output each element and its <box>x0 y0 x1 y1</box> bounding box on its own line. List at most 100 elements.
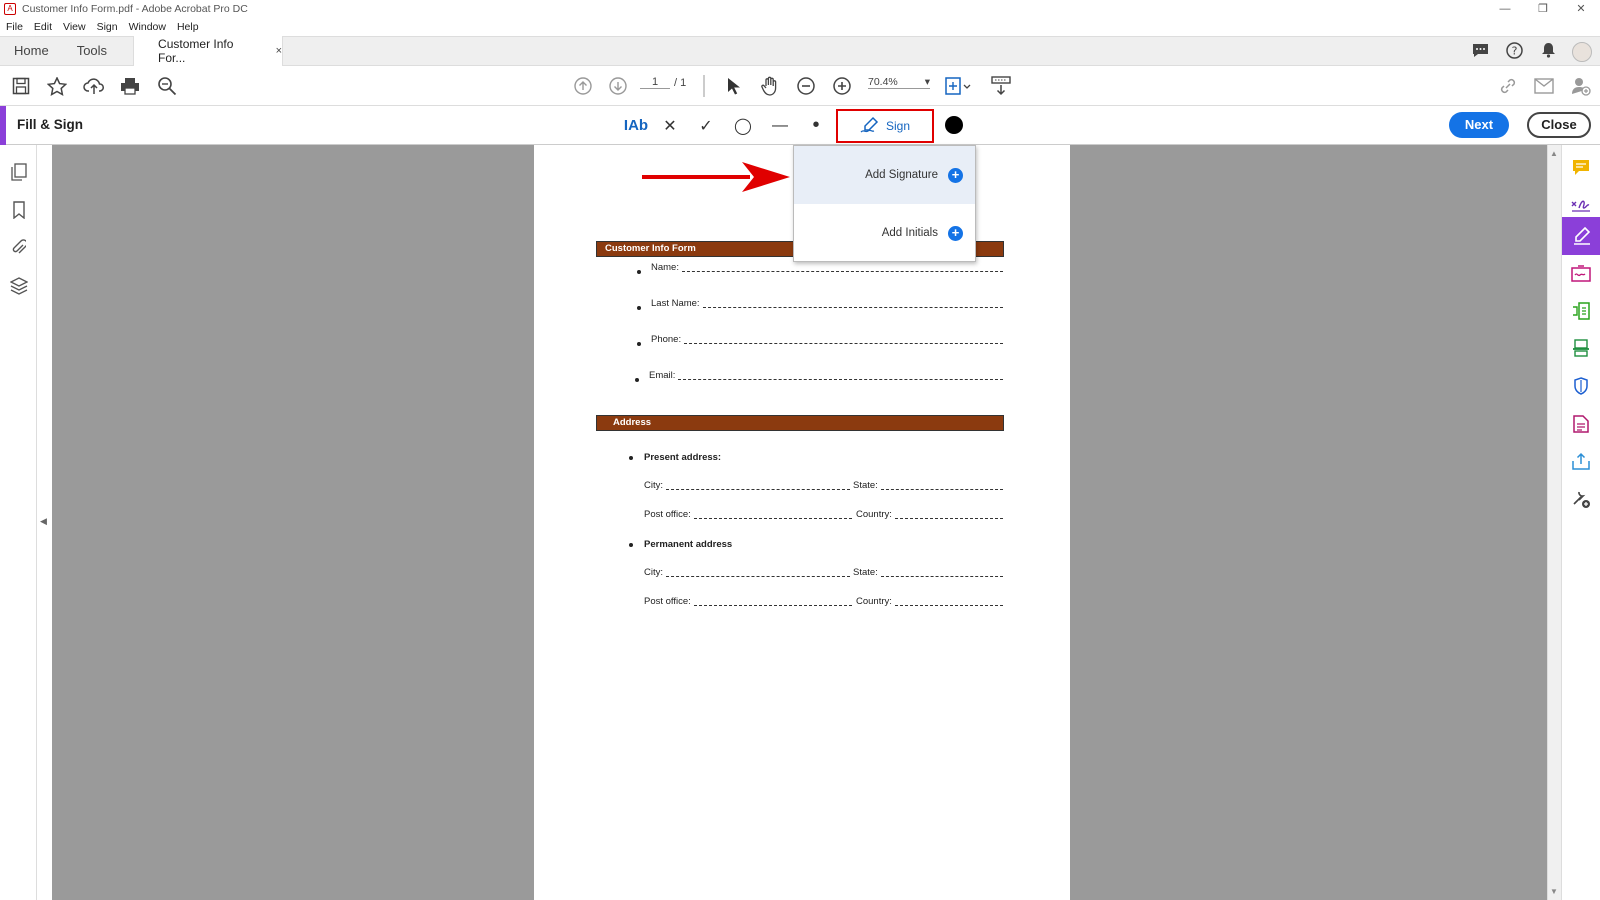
scrolling-mode-icon[interactable] <box>989 66 1013 106</box>
zoom-in-icon[interactable] <box>831 66 853 106</box>
notification-bell-icon[interactable] <box>1538 42 1558 62</box>
page-thumbnails-icon[interactable] <box>9 162 29 182</box>
sign-button[interactable]: Sign <box>836 109 934 143</box>
last-name-field-row[interactable]: Last Name: <box>651 298 1003 309</box>
state-label: State: <box>853 567 878 578</box>
window-title: Customer Info Form.pdf - Adobe Acrobat P… <box>22 3 248 15</box>
right-tools-rail <box>1561 145 1600 900</box>
close-tab-icon[interactable]: × <box>276 45 282 57</box>
ink-color-picker[interactable] <box>945 116 963 134</box>
menu-help[interactable]: Help <box>177 21 199 33</box>
menu-edit[interactable]: Edit <box>34 21 52 33</box>
hand-pan-icon[interactable] <box>758 66 782 106</box>
present-post-office-field-line[interactable] <box>693 510 852 519</box>
permanent-city-field-line[interactable] <box>666 568 850 577</box>
menu-file[interactable]: File <box>6 21 23 33</box>
add-signature-menu-item[interactable]: Add Signature + <box>794 146 975 204</box>
close-window-button[interactable]: ✕ <box>1562 0 1600 18</box>
add-initials-plus-icon: + <box>948 225 963 241</box>
present-country-field-row[interactable]: Country: <box>856 509 1003 520</box>
present-post-office-field-row[interactable]: Post office: <box>644 509 852 520</box>
page-number-input[interactable]: 1 <box>640 76 670 89</box>
bookmark-icon[interactable] <box>9 200 29 220</box>
name-field-line[interactable] <box>681 263 1003 272</box>
present-country-field-line[interactable] <box>894 510 1003 519</box>
minimize-button[interactable]: — <box>1486 0 1524 18</box>
select-cursor-icon[interactable] <box>723 66 745 106</box>
cross-mark-tool[interactable]: ✕ <box>659 106 681 145</box>
present-state-field-line[interactable] <box>880 481 1003 490</box>
tab-home[interactable]: Home <box>0 36 63 66</box>
permanent-country-field-line[interactable] <box>894 597 1003 606</box>
next-page-icon[interactable] <box>607 66 629 106</box>
fill-sign-title: Fill & Sign <box>17 117 83 132</box>
last-name-field-line[interactable] <box>702 299 1003 308</box>
vertical-scrollbar[interactable]: ▲ ▼ <box>1547 145 1561 900</box>
add-initials-menu-item[interactable]: Add Initials + <box>794 204 975 262</box>
zoom-search-icon[interactable] <box>156 66 178 106</box>
present-city-field-row[interactable]: City: <box>644 480 850 491</box>
menu-bar: File Edit View Sign Window Help <box>0 18 1600 36</box>
print-icon[interactable] <box>119 66 141 106</box>
restore-button[interactable]: ❐ <box>1524 0 1562 18</box>
collapse-left-pane-icon[interactable]: ◀ <box>40 516 48 530</box>
zoom-level-select[interactable]: 70.4% ▾ <box>868 76 930 89</box>
permanent-state-field-line[interactable] <box>880 568 1003 577</box>
pen-signature-icon <box>860 116 880 137</box>
email-icon[interactable] <box>1533 66 1555 106</box>
export-pdf-icon[interactable] <box>1568 448 1594 474</box>
comment-tool-icon[interactable] <box>1568 154 1594 180</box>
line-tool[interactable]: — <box>769 106 791 145</box>
fill-sign-active-tool-icon[interactable] <box>1562 217 1600 255</box>
star-icon[interactable] <box>46 66 68 106</box>
tab-document[interactable]: Customer Info For... × <box>133 36 284 66</box>
check-mark-tool[interactable]: ✓ <box>695 106 717 145</box>
name-label: Name: <box>651 262 679 273</box>
permanent-post-office-field-row[interactable]: Post office: <box>644 596 852 607</box>
menu-window[interactable]: Window <box>129 21 166 33</box>
add-text-tool[interactable]: IAb <box>622 106 650 145</box>
cloud-upload-icon[interactable] <box>82 66 106 106</box>
share-link-icon[interactable] <box>1497 66 1519 106</box>
help-icon[interactable]: ? <box>1504 41 1524 63</box>
fit-page-icon[interactable] <box>943 66 973 106</box>
tab-tools[interactable]: Tools <box>63 36 121 66</box>
scan-ocr-icon[interactable] <box>1568 335 1594 361</box>
zoom-out-icon[interactable] <box>795 66 817 106</box>
user-avatar[interactable] <box>1572 42 1592 62</box>
save-icon[interactable] <box>10 66 32 106</box>
organize-pages-icon[interactable] <box>1568 298 1594 324</box>
present-city-field-line[interactable] <box>666 481 850 490</box>
dot-tool[interactable]: • <box>805 106 827 145</box>
phone-field-row[interactable]: Phone: <box>651 334 1003 345</box>
fill-sign-tool-icon[interactable] <box>1568 192 1594 218</box>
attachment-paperclip-icon[interactable] <box>9 237 29 257</box>
protect-shield-icon[interactable] <box>1568 373 1594 399</box>
add-user-icon[interactable] <box>1569 66 1593 106</box>
ellipse-tool[interactable]: ◯ <box>732 106 754 145</box>
permanent-post-office-field-line[interactable] <box>693 597 852 606</box>
comment-icon[interactable] <box>1470 43 1490 62</box>
menu-sign[interactable]: Sign <box>97 21 118 33</box>
permanent-city-field-row[interactable]: City: <box>644 567 850 578</box>
email-field-line[interactable] <box>678 371 1003 380</box>
more-tools-icon[interactable] <box>1568 486 1594 512</box>
city-label: City: <box>644 480 663 491</box>
svg-text:?: ? <box>1511 44 1517 57</box>
scroll-up-icon[interactable]: ▲ <box>1550 149 1558 158</box>
name-field-row[interactable]: Name: <box>651 262 1003 273</box>
permanent-state-field-row[interactable]: State: <box>853 567 1003 578</box>
scroll-down-icon[interactable]: ▼ <box>1550 887 1558 896</box>
layers-icon[interactable] <box>9 276 29 296</box>
menu-view[interactable]: View <box>63 21 86 33</box>
document-tab-label: Customer Info For... <box>158 37 234 65</box>
close-button[interactable]: Close <box>1527 112 1591 138</box>
email-field-row[interactable]: Email: <box>649 370 1003 381</box>
edit-pdf-icon[interactable] <box>1568 411 1594 437</box>
send-for-signature-icon[interactable] <box>1568 261 1594 287</box>
phone-field-line[interactable] <box>684 335 1003 344</box>
present-state-field-row[interactable]: State: <box>853 480 1003 491</box>
next-button[interactable]: Next <box>1449 112 1509 138</box>
permanent-country-field-row[interactable]: Country: <box>856 596 1003 607</box>
previous-page-icon[interactable] <box>572 66 594 106</box>
